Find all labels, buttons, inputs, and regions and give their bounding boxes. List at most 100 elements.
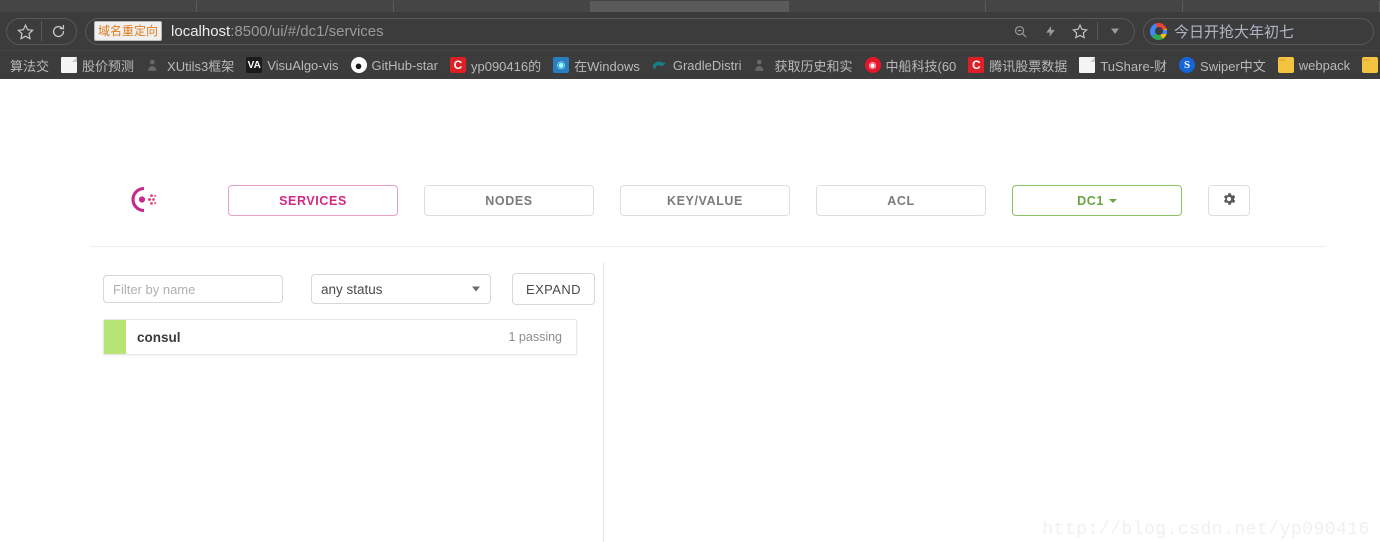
url-path: :8500/ui/#/dc1/services xyxy=(230,22,384,40)
doc-icon xyxy=(61,57,78,73)
browser-tab[interactable] xyxy=(394,1,592,12)
bookmark-label: yp090416的 xyxy=(470,58,542,74)
bookmark-item[interactable]: S Swiper中文 xyxy=(1173,54,1272,76)
bookmark-item[interactable]: 算法交 xyxy=(4,54,55,76)
bookmark-label: webpack xyxy=(1298,57,1351,73)
service-checks-count: 1 passing xyxy=(508,330,562,344)
bookmark-item[interactable]: C 腾讯股票数据 xyxy=(962,54,1073,76)
bookmark-star-icon[interactable] xyxy=(1065,19,1095,43)
datacenter-label: DC1 xyxy=(1077,193,1104,208)
doc-icon xyxy=(1079,57,1096,73)
chevron-down-icon[interactable] xyxy=(1100,19,1130,43)
tab-acl[interactable]: ACL xyxy=(816,185,986,216)
google-icon xyxy=(1150,22,1167,40)
browser-chrome: 域名重定向 localhost:8500/ui/#/dc1/services 今… xyxy=(0,0,1380,79)
datacenter-selector[interactable]: DC1 xyxy=(1012,185,1182,216)
watermark: http://blog.csdn.net/yp090416 xyxy=(1042,520,1370,540)
search-box[interactable]: 今日开抢大年初七 xyxy=(1143,17,1374,45)
lightning-icon[interactable] xyxy=(1035,19,1065,43)
omnibox-actions xyxy=(1005,19,1130,43)
weibo-icon: ◉ xyxy=(864,57,881,73)
toolbar-nav-group xyxy=(6,17,77,45)
star-icon[interactable] xyxy=(9,18,41,44)
bookmark-label: GradleDistri xyxy=(672,57,742,73)
bookmark-item[interactable]: ● GitHub-star xyxy=(345,54,444,76)
browser-tab[interactable] xyxy=(0,1,198,12)
tab-nodes[interactable]: NODES xyxy=(424,185,594,216)
bookmark-label: VisuAlgo-vis xyxy=(267,57,339,73)
folder-icon xyxy=(1277,57,1294,73)
bookmarks-bar[interactable]: 算法交 股价预测 XUtils3框架 VA VisuAlgo-vis ● Git… xyxy=(0,50,1380,79)
blue-square-icon: ◉ xyxy=(553,57,570,73)
bookmark-item[interactable]: TuShare-财 xyxy=(1073,54,1173,76)
bookmark-label: TuShare-财 xyxy=(1100,58,1168,74)
ghost-icon xyxy=(753,57,769,73)
bookmark-label: 获取历史和实 xyxy=(774,58,853,74)
csdn-icon: C xyxy=(449,57,466,73)
browser-tab-active[interactable] xyxy=(591,1,789,12)
tab-label: KEY/VALUE xyxy=(666,193,743,208)
status-filter-value: any status xyxy=(321,281,383,297)
status-filter-select[interactable]: any status xyxy=(311,274,491,304)
bookmark-item[interactable]: GradleDistri xyxy=(646,54,748,76)
bookmark-label: 中船科技(60 xyxy=(885,58,957,74)
folder-icon xyxy=(1362,57,1379,73)
address-bar[interactable]: 域名重定向 localhost:8500/ui/#/dc1/services xyxy=(85,17,1135,45)
tab-key-value[interactable]: KEY/VALUE xyxy=(620,185,790,216)
bookmark-folder[interactable]: 套壳 xyxy=(1356,54,1380,76)
expand-label: EXPAND xyxy=(526,281,581,297)
browser-tab[interactable] xyxy=(788,1,986,12)
redirect-badge: 域名重定向 xyxy=(94,21,163,41)
tab-label: NODES xyxy=(485,193,533,208)
consul-logo-icon[interactable] xyxy=(128,183,162,217)
omnibox-divider xyxy=(1097,22,1098,40)
browser-tab[interactable] xyxy=(985,1,1183,12)
csdn-icon: C xyxy=(968,57,985,73)
settings-button[interactable] xyxy=(1208,185,1250,216)
url-host: localhost xyxy=(171,22,231,40)
content-vertical-divider xyxy=(603,262,604,542)
bookmark-item[interactable]: XUtils3框架 xyxy=(140,54,240,76)
consul-nav-tabs: SERVICES NODES KEY/VALUE ACL DC1 xyxy=(228,185,1250,216)
gear-icon xyxy=(1221,191,1237,211)
bookmark-item[interactable]: ◉ 中船科技(60 xyxy=(859,54,963,76)
bookmark-label: 在Windows xyxy=(574,58,640,74)
bookmark-item[interactable]: ◉ 在Windows xyxy=(547,54,646,76)
service-name: consul xyxy=(137,329,181,345)
reload-icon[interactable] xyxy=(42,18,74,44)
bookmark-label: XUtils3框架 xyxy=(167,58,235,74)
bookmark-label: GitHub-star xyxy=(371,57,438,73)
browser-toolbar: 域名重定向 localhost:8500/ui/#/dc1/services 今… xyxy=(0,12,1380,50)
bookmark-label: 腾讯股票数据 xyxy=(989,58,1068,74)
filter-by-name-input[interactable] xyxy=(103,275,283,303)
url-text: localhost:8500/ui/#/dc1/services xyxy=(171,23,384,40)
bookmark-item[interactable]: 股价预测 xyxy=(55,54,140,76)
va-icon: VA xyxy=(246,57,263,73)
browser-tab[interactable] xyxy=(197,1,395,12)
bookmark-item[interactable]: C yp090416的 xyxy=(444,54,547,76)
service-list-item[interactable]: consul 1 passing xyxy=(103,319,577,355)
caret-down-icon xyxy=(1108,198,1117,203)
bookmark-label: 算法交 xyxy=(10,58,50,74)
tab-label: SERVICES xyxy=(279,193,347,208)
nav-divider xyxy=(90,246,1325,247)
zoom-out-icon[interactable] xyxy=(1005,19,1035,43)
consul-page: SERVICES NODES KEY/VALUE ACL DC1 any sta xyxy=(0,79,1380,542)
browser-tab[interactable] xyxy=(1182,1,1380,12)
swiper-icon: S xyxy=(1179,57,1196,73)
bookmark-item[interactable]: VA VisuAlgo-vis xyxy=(240,54,344,76)
bookmark-label: Swiper中文 xyxy=(1200,58,1266,74)
ghost-icon xyxy=(146,57,162,73)
tab-services[interactable]: SERVICES xyxy=(228,185,398,216)
service-list: consul 1 passing xyxy=(103,319,577,355)
browser-tab-strip[interactable] xyxy=(0,0,1380,12)
search-placeholder: 今日开抢大年初七 xyxy=(1174,23,1295,41)
service-filters: any status EXPAND xyxy=(103,273,595,305)
gradle-icon xyxy=(652,57,668,73)
bookmark-label: 股价预测 xyxy=(82,58,135,74)
github-icon: ● xyxy=(350,57,367,73)
expand-button[interactable]: EXPAND xyxy=(512,273,595,305)
bookmark-folder[interactable]: webpack xyxy=(1272,54,1356,76)
bookmark-item[interactable]: 获取历史和实 xyxy=(747,54,858,76)
tab-label: ACL xyxy=(887,193,915,208)
